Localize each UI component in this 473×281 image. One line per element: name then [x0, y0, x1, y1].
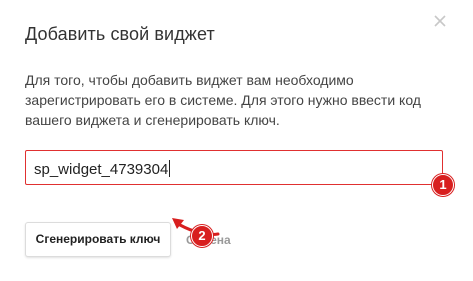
dialog-title: Добавить свой виджет: [25, 24, 215, 44]
widget-code-input[interactable]: sp_widget_4739304: [25, 150, 443, 185]
generate-key-button[interactable]: Сгенерировать ключ: [25, 222, 171, 257]
description-line: зарегистрировать его в системе. Для этог…: [25, 92, 421, 108]
text-caret: [169, 160, 171, 177]
add-widget-dialog: Добавить свой виджет Для того, чтобы доб…: [0, 0, 473, 281]
description-line: вашего виджета и сгенерировать ключ.: [25, 112, 280, 128]
close-icon[interactable]: [429, 10, 451, 32]
widget-code-value: sp_widget_4739304: [34, 161, 169, 178]
step-2-badge: 2: [191, 225, 213, 247]
dialog-description: Для того, чтобы добавить виджет вам необ…: [25, 70, 445, 130]
description-line: Для того, чтобы добавить виджет вам необ…: [25, 72, 354, 88]
step-1-badge: 1: [432, 174, 454, 196]
